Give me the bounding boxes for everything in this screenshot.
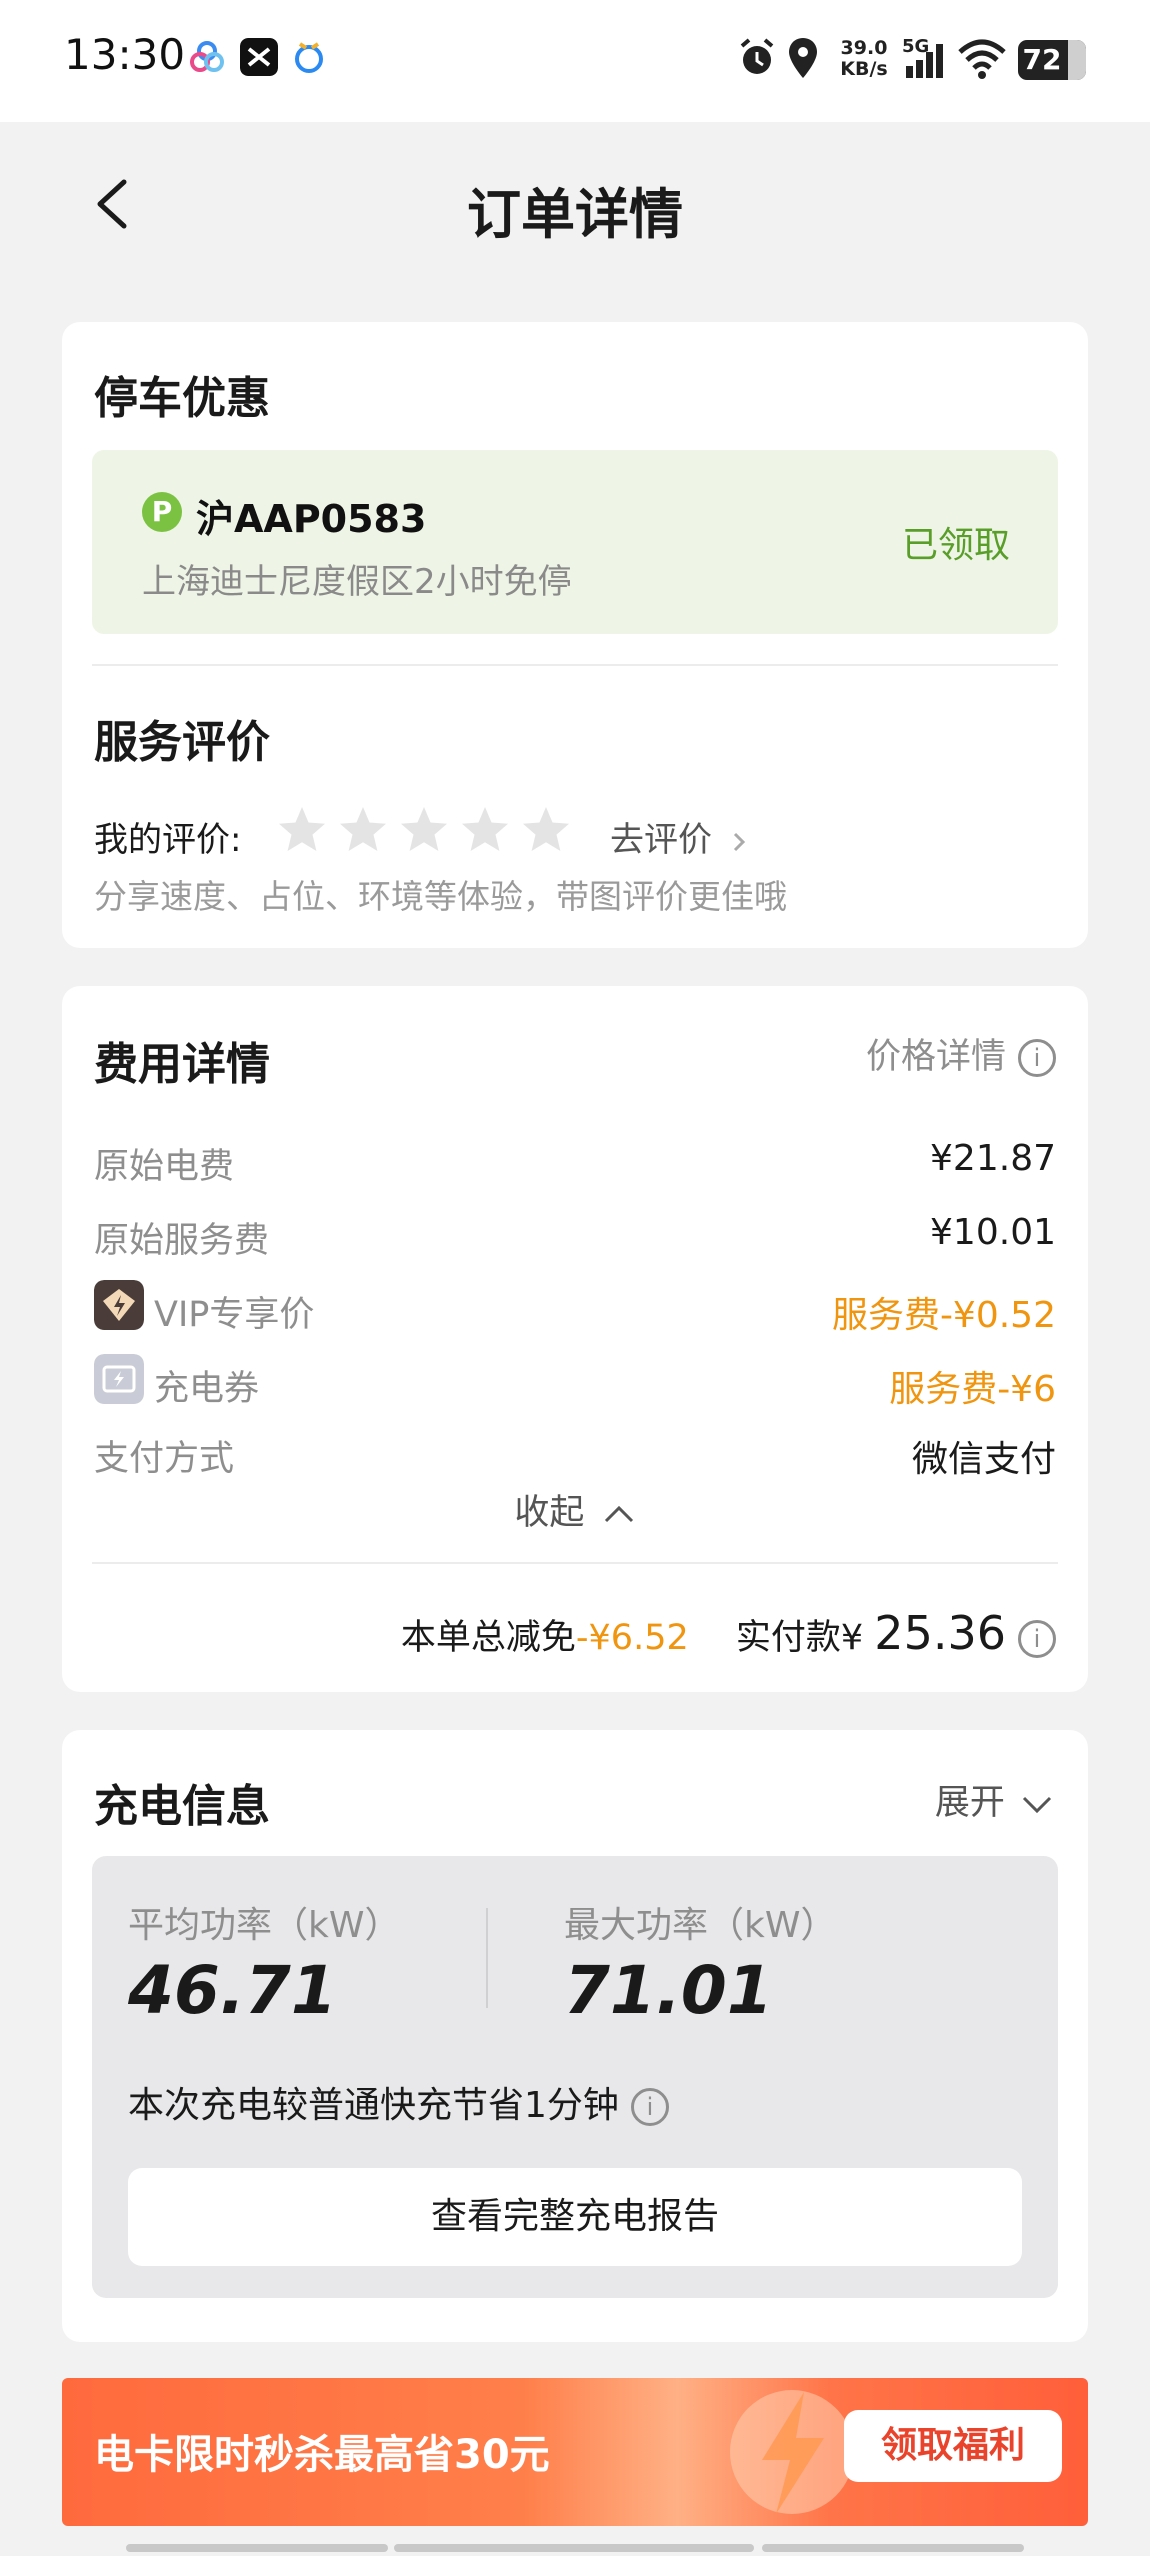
fee-row-label: 原始服务费 <box>94 1221 270 1261</box>
chevron-up-icon <box>604 1505 633 1523</box>
price-detail-label: 价格详情 <box>865 1037 1006 1077</box>
bottom-indicator <box>126 2544 388 2552</box>
divider <box>92 664 1058 666</box>
saving-note-text: 本次充电较普通快充节省1分钟 <box>128 2085 619 2126</box>
bottom-indicator <box>394 2544 754 2552</box>
max-power-label: 最大功率（kW） <box>564 1905 837 1946</box>
location-icon <box>789 38 817 78</box>
charging-section-title: 充电信息 <box>94 1781 270 1832</box>
fee-row-label: 原始电费 <box>94 1147 235 1187</box>
vip-diamond-icon <box>94 1280 144 1330</box>
paid-amount: 25.36 <box>874 1606 1006 1660</box>
rating-section-title: 服务评价 <box>94 717 270 768</box>
fee-row: 原始电费 ¥21.87 <box>94 1138 1056 1188</box>
network-speed: 39.0 KB/s <box>836 38 892 80</box>
wifi-icon <box>958 39 1006 79</box>
parking-section-title: 停车优惠 <box>94 373 270 424</box>
charging-stats-panel: 平均功率（kW） 46.71 最大功率（kW） 71.01 本次充电较普通快充节… <box>92 1856 1058 2298</box>
nav-bar: 订单详情 <box>0 122 1150 292</box>
charging-info-card: 充电信息 展开 平均功率（kW） 46.71 最大功率（kW） 71.01 本次… <box>62 1730 1088 2342</box>
app-notification-icon <box>190 41 224 72</box>
total-discount-label: 本单总减免 <box>400 1618 576 1658</box>
collapse-label: 收起 <box>514 1493 585 1533</box>
fee-row-label: 充电券 <box>154 1369 260 1409</box>
info-icon[interactable]: i <box>630 2088 669 2126</box>
network-speed-value: 39.0 <box>840 37 888 59</box>
expand-button[interactable]: 展开 <box>935 1774 1054 1825</box>
fee-row: 原始服务费 ¥10.01 <box>94 1212 1056 1262</box>
fee-row-label: 支付方式 <box>94 1439 235 1479</box>
star-icon[interactable] <box>398 804 450 856</box>
info-icon[interactable]: i <box>1018 1620 1056 1658</box>
view-charging-report-button[interactable]: 查看完整充电报告 <box>128 2168 1022 2266</box>
parking-p-icon: P <box>142 492 182 532</box>
fee-row-value: 服务费-¥0.52 <box>831 1295 1056 1336</box>
go-rate-link[interactable]: 去评价 <box>610 812 749 861</box>
my-rating-label: 我的评价: <box>94 820 242 860</box>
star-icon[interactable] <box>276 804 328 856</box>
battery-icon: 72 <box>1018 40 1086 80</box>
signal-icon <box>906 44 943 78</box>
fee-row-value: ¥21.87 <box>930 1138 1056 1179</box>
expand-label: 展开 <box>934 1783 1005 1823</box>
parking-claimed-status: 已领取 <box>901 525 1010 566</box>
rating-stars[interactable] <box>276 804 581 860</box>
paid-label: 实付款¥ <box>735 1618 864 1658</box>
fee-row-value: ¥10.01 <box>930 1212 1056 1253</box>
chevron-right-icon <box>733 832 745 851</box>
max-power-value: 71.01 <box>564 1952 773 2029</box>
fee-row-value: 服务费-¥6 <box>889 1369 1056 1410</box>
fee-row-value: 微信支付 <box>911 1439 1056 1480</box>
fee-section-title: 费用详情 <box>94 1039 270 1090</box>
fee-row: 充电券 服务费-¥6 <box>94 1354 1056 1410</box>
page-title: 订单详情 <box>467 183 683 246</box>
fee-row: 支付方式 微信支付 <box>94 1430 1056 1480</box>
claim-benefit-button[interactable]: 领取福利 <box>844 2410 1062 2482</box>
status-bar: 13:30 39.0 KB/s 5G 72 <box>0 0 1150 122</box>
divider <box>92 1562 1058 1564</box>
chevron-down-icon <box>1022 1796 1052 1814</box>
info-icon: i <box>1018 1039 1056 1077</box>
network-speed-unit: KB/s <box>840 58 888 80</box>
promo-banner[interactable]: 电卡限时秒杀最高省30元 领取福利 <box>62 2378 1088 2526</box>
battery-level: 72 <box>1022 43 1062 76</box>
fee-details-card: 费用详情 价格详情 i 原始电费 ¥21.87 原始服务费 ¥10.01 VIP专… <box>62 986 1088 1692</box>
parking-description: 上海迪士尼度假区2小时免停 <box>142 562 572 602</box>
saving-note: 本次充电较普通快充节省1分钟 i <box>128 2076 669 2128</box>
total-summary: 本单总减免-¥6.52 实付款¥ 25.36 i <box>401 1606 1056 1660</box>
parking-rating-card: 停车优惠 P 沪AAP0583 上海迪士尼度假区2小时免停 已领取 服务评价 我… <box>62 322 1088 948</box>
price-detail-link[interactable]: 价格详情 i <box>866 1028 1056 1079</box>
avg-power-value: 46.71 <box>128 1952 337 2029</box>
timer-app-icon <box>295 42 323 73</box>
star-icon[interactable] <box>337 804 389 856</box>
stat-divider <box>486 1908 488 2008</box>
alarm-icon <box>740 38 774 74</box>
license-plate: 沪AAP0583 <box>196 497 427 541</box>
promo-text: 电卡限时秒杀最高省30元 <box>94 2432 550 2478</box>
total-discount-value: -¥6.52 <box>575 1618 689 1658</box>
parking-coupon[interactable]: P 沪AAP0583 上海迪士尼度假区2小时免停 已领取 <box>92 450 1058 634</box>
star-icon[interactable] <box>520 804 572 856</box>
star-icon[interactable] <box>459 804 511 856</box>
fee-row-label: VIP专享价 <box>154 1295 315 1335</box>
bottom-indicator <box>762 2544 1024 2552</box>
fee-row: VIP专享价 服务费-¥0.52 <box>94 1280 1056 1336</box>
rating-hint: 分享速度、占位、环境等体验，带图评价更佳哦 <box>94 877 787 916</box>
avg-power-label: 平均功率（kW） <box>128 1905 401 1946</box>
capcut-icon <box>240 38 278 76</box>
collapse-button[interactable]: 收起 <box>62 1484 1088 1535</box>
go-rate-label: 去评价 <box>610 820 712 860</box>
status-time: 13:30 <box>64 30 186 79</box>
coupon-icon <box>94 1354 144 1404</box>
